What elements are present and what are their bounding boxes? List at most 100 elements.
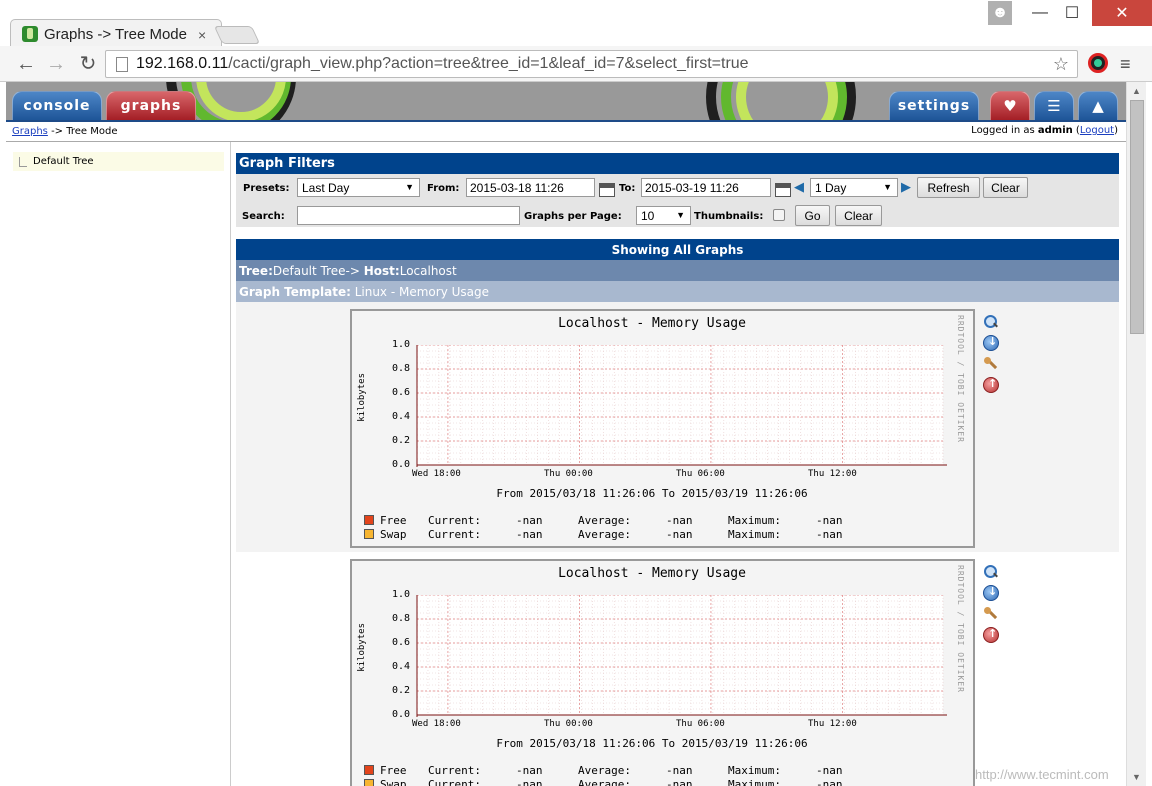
legend-average-value: -nan xyxy=(666,528,693,541)
scroll-up-icon[interactable]: ▲ xyxy=(1132,86,1141,96)
console-tab[interactable]: console xyxy=(12,91,102,121)
browser-tab-content[interactable]: Graphs -> Tree Mode xyxy=(22,22,218,46)
y-tick-label: 0.2 xyxy=(391,685,410,696)
login-close-paren: ) xyxy=(1114,125,1118,136)
y-tick-label: 0.6 xyxy=(391,637,410,648)
bookmark-star-icon[interactable]: ☆ xyxy=(1053,54,1069,75)
new-tab-button[interactable] xyxy=(213,26,261,44)
thumbnails-label: Thumbnails: xyxy=(694,211,764,222)
maximize-button[interactable]: ☐ xyxy=(1058,0,1086,26)
legend-maximum-label: Maximum: xyxy=(728,778,781,786)
tab-strip: Graphs -> Tree Mode × ☻ — ☐ ✕ xyxy=(0,0,1152,47)
timespan-value: 1 Day xyxy=(815,180,847,195)
login-open-paren: ( xyxy=(1072,125,1080,136)
legend-current-label: Current: xyxy=(428,778,481,786)
graphs-tab[interactable]: graphs xyxy=(106,91,196,121)
y-tick-label: 0.8 xyxy=(391,363,410,374)
clear-search-button[interactable]: Clear xyxy=(835,205,882,226)
logout-link[interactable]: Logout xyxy=(1080,125,1114,136)
per-page-select[interactable]: 10 ▼ xyxy=(636,206,691,225)
zoom-icon[interactable] xyxy=(983,564,999,580)
presets-select[interactable]: Last Day ▼ xyxy=(297,178,420,197)
forward-icon[interactable]: → xyxy=(44,52,68,76)
to-label: To: xyxy=(619,183,636,194)
search-input[interactable] xyxy=(297,206,520,225)
legend-maximum-label: Maximum: xyxy=(728,764,781,777)
x-tick-label: Thu 12:00 xyxy=(808,469,857,479)
legend-average-label: Average: xyxy=(578,528,631,541)
tree-view-tab[interactable]: ♥ xyxy=(990,91,1030,121)
page-top-icon[interactable] xyxy=(983,627,999,643)
settings-tab[interactable]: settings xyxy=(889,91,979,121)
legend-maximum-label: Maximum: xyxy=(728,528,781,541)
tab-close-icon[interactable]: × xyxy=(198,27,206,43)
memory-usage-graph[interactable]: Localhost - Memory Usage RRDTOOL / TOBI O… xyxy=(350,559,975,786)
tree-value: Default Tree-> xyxy=(272,263,364,278)
y-tick-label: 0.8 xyxy=(391,613,410,624)
extension-icon[interactable] xyxy=(1088,53,1108,73)
scroll-down-icon[interactable]: ▼ xyxy=(1132,772,1141,782)
minimize-button[interactable]: — xyxy=(1026,0,1054,26)
breadcrumb-graphs-link[interactable]: Graphs xyxy=(12,126,48,137)
graph-date-range: From 2015/03/18 11:26:06 To 2015/03/19 1… xyxy=(496,737,808,750)
to-date-input[interactable]: 2015-03-19 11:26 xyxy=(641,178,771,197)
web-page: console graphs settings ♥ ☰ ▲ Graphs -> … xyxy=(6,82,1126,786)
url-path: /cacti/graph_view.php?action=tree&tree_i… xyxy=(228,55,749,72)
filters-panel: Presets: Last Day ▼ From: 2015-03-18 11:2… xyxy=(236,174,1119,227)
filters-heading: Graph Filters xyxy=(236,153,1119,174)
tree-icon: ♥ xyxy=(1003,97,1017,115)
go-button[interactable]: Go xyxy=(795,205,830,226)
per-page-label: Graphs per Page: xyxy=(524,211,622,222)
legend-maximum-value: -nan xyxy=(816,528,843,541)
reload-icon[interactable]: ↻ xyxy=(76,52,100,76)
from-date-input[interactable]: 2015-03-18 11:26 xyxy=(466,178,595,197)
legend-average-value: -nan xyxy=(666,778,693,786)
from-label: From: xyxy=(427,183,460,194)
tree-item-default[interactable]: Default Tree xyxy=(13,152,224,171)
scrollbar-thumb[interactable] xyxy=(1130,100,1144,334)
host-value: Localhost xyxy=(399,263,457,278)
back-icon[interactable]: ← xyxy=(14,52,38,76)
browser-toolbar: ← → ↻ 192.168.0.11/cacti/graph_view.php?… xyxy=(0,46,1152,82)
memory-usage-graph[interactable]: Localhost - Memory Usage RRDTOOL / TOBI O… xyxy=(350,309,975,548)
csv-export-icon[interactable] xyxy=(983,335,999,351)
legend-current-value: -nan xyxy=(516,528,543,541)
list-view-tab[interactable]: ☰ xyxy=(1034,91,1074,121)
from-calendar-icon[interactable] xyxy=(599,183,615,197)
browser-window: Graphs -> Tree Mode × ☻ — ☐ ✕ ← → ↻ 192.… xyxy=(0,0,1152,786)
refresh-button[interactable]: Refresh xyxy=(917,177,980,198)
page-icon xyxy=(116,56,128,72)
legend-name: Free xyxy=(380,514,407,527)
x-tick-label: Thu 06:00 xyxy=(676,469,725,479)
legend-maximum-value: -nan xyxy=(816,514,843,527)
timespan-select[interactable]: 1 Day ▼ xyxy=(810,178,898,197)
legend-swatch xyxy=(364,765,374,775)
shift-left-icon[interactable]: ◀ xyxy=(794,180,804,195)
zoom-icon[interactable] xyxy=(983,314,999,330)
x-tick-label: Thu 12:00 xyxy=(808,719,857,729)
address-bar[interactable]: 192.168.0.11/cacti/graph_view.php?action… xyxy=(105,50,1078,78)
tree-item-label: Default Tree xyxy=(33,156,94,167)
page-top-icon[interactable] xyxy=(983,377,999,393)
shift-right-icon[interactable]: ▶ xyxy=(901,180,911,195)
preview-view-tab[interactable]: ▲ xyxy=(1078,91,1118,121)
properties-wrench-icon[interactable] xyxy=(983,606,999,622)
csv-export-icon[interactable] xyxy=(983,585,999,601)
page-scrollbar[interactable]: ▲ ▼ xyxy=(1126,82,1146,786)
legend-swatch xyxy=(364,515,374,525)
list-icon: ☰ xyxy=(1047,97,1061,115)
clear-dates-button[interactable]: Clear xyxy=(983,177,1028,198)
rrdtool-watermark: RRDTOOL / TOBI OETIKER xyxy=(956,565,965,693)
graph-plot xyxy=(416,345,947,467)
window-close-button[interactable]: ✕ xyxy=(1092,0,1152,26)
legend-swatch xyxy=(364,779,374,786)
browser-menu-icon[interactable]: ≡ xyxy=(1120,54,1131,75)
user-profile-icon[interactable]: ☻ xyxy=(988,1,1012,25)
template-value: Linux - Memory Usage xyxy=(350,284,490,299)
properties-wrench-icon[interactable] xyxy=(983,356,999,372)
tree-pane: Default Tree xyxy=(6,142,231,786)
login-prefix: Logged in as xyxy=(971,125,1038,136)
to-calendar-icon[interactable] xyxy=(775,183,791,197)
legend-current-value: -nan xyxy=(516,778,543,786)
thumbnails-checkbox[interactable] xyxy=(773,209,785,221)
